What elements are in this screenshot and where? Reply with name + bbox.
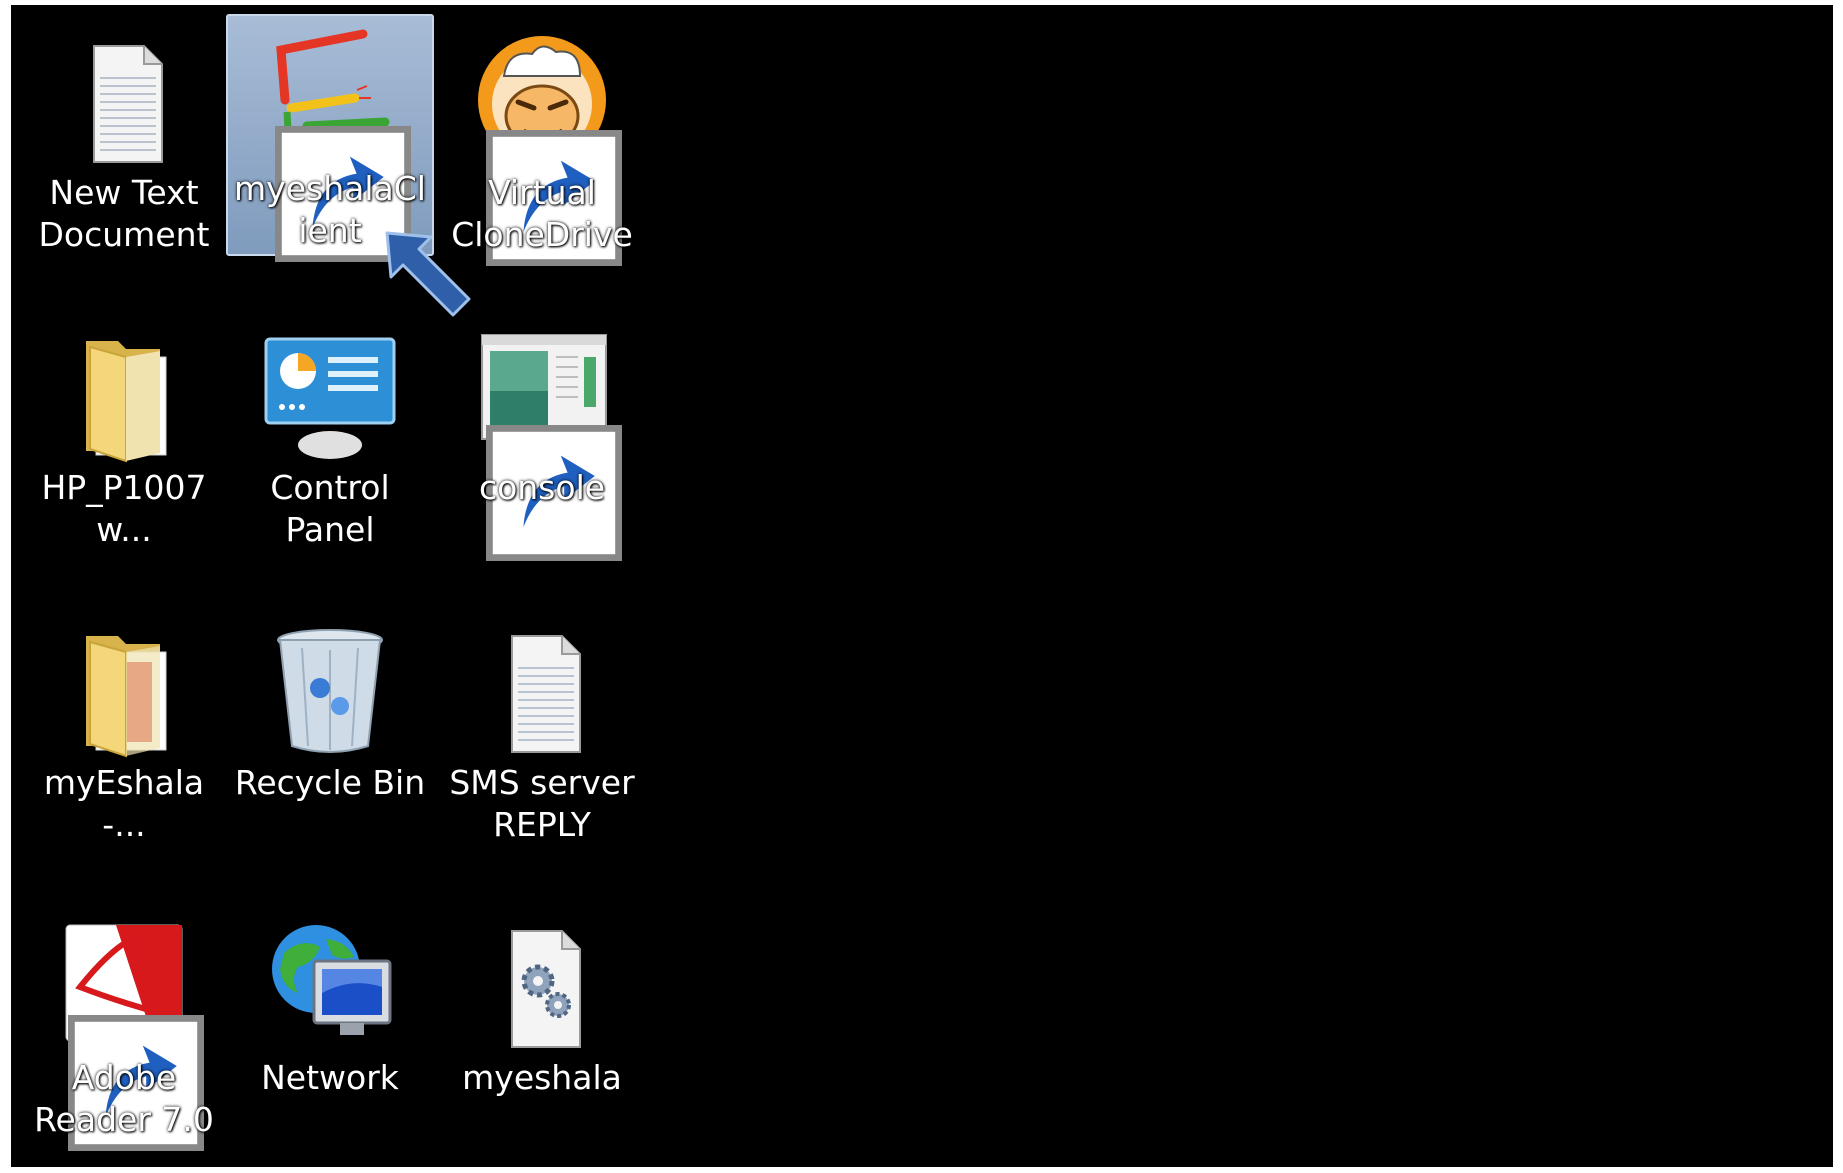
desktop-icon-network[interactable]: Network xyxy=(227,905,433,1147)
virtual-clonedrive-sheep-icon xyxy=(474,32,622,266)
shortcut-arrow-icon xyxy=(68,1015,204,1151)
text-document-icon xyxy=(474,622,610,758)
console-window-icon xyxy=(474,327,622,561)
text-document-icon xyxy=(56,32,192,168)
icon-label: console xyxy=(478,468,606,507)
icon-label: Network xyxy=(261,1058,399,1097)
desktop-icon-sms-server-reply[interactable]: SMS server REPLY xyxy=(439,610,645,852)
desktop[interactable]: New Text Document myeshalaClient Virtual… xyxy=(11,5,1833,1167)
blue-pointer-arrow-icon xyxy=(385,231,471,317)
shortcut-arrow-icon xyxy=(275,126,411,262)
icon-label: myEshala-... xyxy=(43,763,205,844)
desktop-icon-myeshala-client[interactable]: myeshalaClient xyxy=(226,14,434,262)
folder-with-document-icon xyxy=(56,622,192,758)
myeshala-client-icon xyxy=(263,28,411,262)
config-file-gears-icon xyxy=(474,917,610,1053)
icon-label: New Text Document xyxy=(38,173,210,254)
icon-label: SMS server REPLY xyxy=(449,763,635,844)
desktop-icon-hp-folder[interactable]: HP_P1007w... xyxy=(21,315,227,557)
desktop-icon-adobe-reader[interactable]: Adobe Reader 7.0 xyxy=(21,905,227,1151)
desktop-icon-new-text-document[interactable]: New Text Document xyxy=(21,20,227,262)
network-globe-icon xyxy=(262,917,398,1053)
desktop-icon-recycle-bin[interactable]: Recycle Bin xyxy=(227,610,433,852)
icon-label: myeshala xyxy=(462,1058,622,1097)
desktop-icon-console[interactable]: console xyxy=(439,315,645,561)
adobe-reader-icon xyxy=(56,917,204,1151)
desktop-icon-myeshala-config[interactable]: myeshala xyxy=(439,905,645,1147)
shortcut-arrow-icon xyxy=(486,425,622,561)
recycle-bin-icon xyxy=(262,622,398,758)
icon-label: Adobe Reader 7.0 xyxy=(34,1058,214,1139)
icon-label: Recycle Bin xyxy=(234,763,426,802)
folder-icon xyxy=(56,327,192,463)
desktop-icon-virtual-clonedrive[interactable]: Virtual CloneDrive xyxy=(439,20,645,266)
desktop-icon-myeshala-folder[interactable]: myEshala-... xyxy=(21,610,227,852)
icon-label: HP_P1007w... xyxy=(41,468,207,549)
shortcut-arrow-icon xyxy=(486,130,622,266)
control-panel-icon xyxy=(262,327,398,463)
icon-label: Control Panel xyxy=(270,468,390,549)
desktop-icon-control-panel[interactable]: Control Panel xyxy=(227,315,433,557)
